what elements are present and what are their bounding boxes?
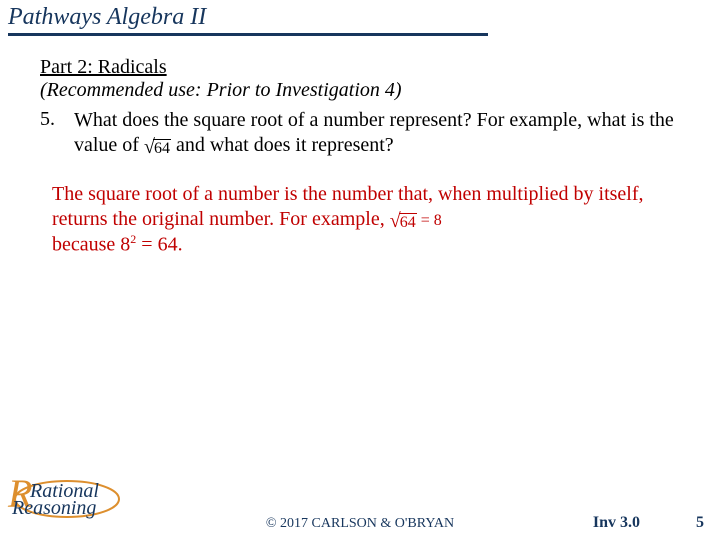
footer: R Rational Reasoning © 2017 CARLSON & O'… <box>0 500 720 540</box>
equals-8: = 8 <box>417 212 442 229</box>
answer-block: The square root of a number is the numbe… <box>52 182 668 258</box>
question-text: What does the square root of a number re… <box>74 108 680 158</box>
answer-line1: The square root of a number is the numbe… <box>52 183 644 230</box>
radical-64: √ 64 <box>144 137 171 157</box>
question-number: 5. <box>40 108 74 158</box>
question-block: 5. What does the square root of a number… <box>40 108 680 158</box>
question-after: and what does it represent? <box>176 134 394 156</box>
inv-label: Inv 3.0 <box>593 514 640 532</box>
answer-line2-before: because 8 <box>52 234 130 256</box>
content: Part 2: Radicals (Recommended use: Prior… <box>0 56 720 258</box>
radical-64-answer: √ 64 <box>390 211 417 231</box>
answer-line2-after: = 64. <box>136 234 182 256</box>
radicand-answer: 64 <box>399 213 417 231</box>
page-number: 5 <box>696 514 704 532</box>
part-label: Part 2: Radicals <box>40 56 680 79</box>
copyright: © 2017 CARLSON & O'BRYAN <box>266 516 454 532</box>
page-title: Pathways Algebra II <box>8 4 488 36</box>
logo-line2: Reasoning <box>12 497 132 520</box>
radicand: 64 <box>153 139 171 157</box>
header: Pathways Algebra II <box>0 0 720 36</box>
part-recommended: (Recommended use: Prior to Investigation… <box>40 79 680 102</box>
logo: R Rational Reasoning <box>12 480 132 526</box>
